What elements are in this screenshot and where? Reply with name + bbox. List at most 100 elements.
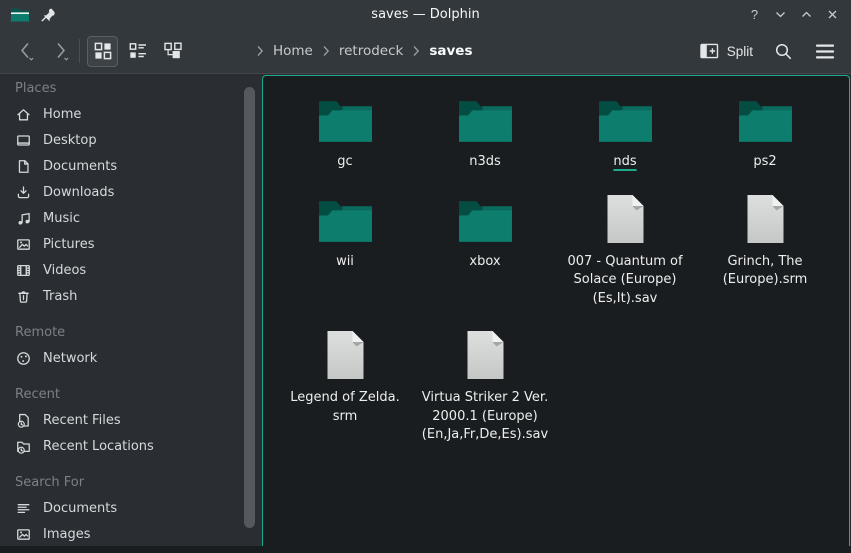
download-icon (15, 184, 32, 201)
toolbar-separator (79, 39, 80, 63)
item-icon-box (325, 330, 366, 380)
network-icon (15, 350, 32, 367)
folder-clock-icon (15, 438, 32, 455)
close-button[interactable] (822, 4, 843, 25)
item-icon-box (457, 194, 514, 244)
folder-app-icon (10, 7, 30, 23)
window-title: saves — Dolphin (0, 7, 851, 22)
file-icon (605, 194, 646, 244)
window-controls: ? (744, 4, 843, 25)
film-icon (15, 262, 32, 279)
breadcrumb-item-saves[interactable]: saves (429, 43, 472, 59)
sidebar-item-videos[interactable]: Videos (0, 257, 240, 283)
item-label: n3ds (469, 153, 501, 172)
search-button[interactable] (767, 35, 799, 67)
item-label: nds (613, 153, 636, 172)
item-icon-box (745, 194, 786, 244)
folder-item[interactable]: n3ds (415, 84, 555, 184)
file-clock-icon (15, 412, 32, 429)
folder-icon (737, 97, 794, 144)
folder-item[interactable]: gc (275, 84, 415, 184)
item-icon-box (465, 330, 506, 380)
folder-item[interactable]: ps2 (695, 84, 835, 184)
split-button-label: Split (727, 44, 753, 59)
icons-view-button[interactable] (87, 36, 118, 67)
forward-button[interactable] (43, 35, 76, 68)
item-icon-box (317, 194, 374, 244)
places-panel: Places Home Desktop Documents DownloadsMusic… (0, 74, 240, 553)
sidebar-item-label: Videos (43, 263, 86, 278)
sidebar-item-label: Documents (43, 159, 117, 174)
help-button[interactable]: ? (744, 4, 765, 25)
sidebar-item-desktop[interactable]: Desktop (0, 127, 240, 153)
desktop-icon (15, 132, 32, 149)
file-item[interactable]: Virtua Striker 2 Ver. 2000.1 (Europe) (E… (415, 320, 555, 457)
toolbar: Home retrodeck saves Split (0, 29, 851, 74)
search-icon (774, 42, 793, 61)
breadcrumb-item-home[interactable]: Home (273, 43, 313, 59)
titlebar[interactable]: saves — Dolphin ? (0, 0, 851, 29)
item-label: xbox (469, 253, 500, 272)
item-icon-box (737, 94, 794, 144)
maximize-button[interactable] (796, 4, 817, 25)
sidebar-item-images[interactable]: Images (0, 521, 240, 547)
file-grid: gc n3ds nds ps2 wii xbox 007 - Quantum o… (263, 76, 849, 457)
menu-button[interactable] (809, 35, 841, 67)
toolbar-right-group: Split (696, 35, 841, 67)
folder-item[interactable]: xbox (415, 184, 555, 321)
sidebar-item-label: Documents (43, 501, 117, 516)
chevron-right-icon (322, 45, 330, 57)
item-icon-box (317, 94, 374, 144)
sidebar-item-home[interactable]: Home (0, 101, 240, 127)
sidebar-item-label: Home (43, 107, 81, 122)
file-icon (325, 330, 366, 380)
item-icon-box (457, 94, 514, 144)
sidebar-item-network[interactable]: Network (0, 345, 240, 371)
details-view-button[interactable] (122, 36, 153, 67)
document-icon (15, 158, 32, 175)
item-label: Grinch, The (Europe).srm (723, 253, 808, 290)
sidebar-item-label: Desktop (43, 133, 97, 148)
chevron-right-icon (412, 45, 420, 57)
sidebar-item-label: Trash (43, 289, 77, 304)
sidebar-item-documents[interactable]: Documents (0, 495, 240, 521)
file-item[interactable]: 007 - Quantum of Solace (Europe) (Es,It)… (555, 184, 695, 321)
sidebar-item-label: Images (43, 527, 91, 542)
sidebar-item-music[interactable]: Music (0, 205, 240, 231)
sidebar-item-recent-locations[interactable]: Recent Locations (0, 433, 240, 459)
split-view-icon (700, 43, 719, 59)
folder-icon (457, 97, 514, 144)
file-item[interactable]: Grinch, The (Europe).srm (695, 184, 835, 321)
dolphin-window: saves — Dolphin ? (0, 0, 851, 553)
section-title: Remote (0, 318, 240, 345)
section-title: Recent (0, 380, 240, 407)
file-item[interactable]: Legend of Zelda. srm (275, 320, 415, 457)
sidebar-scrollbar[interactable] (244, 87, 255, 528)
minimize-button[interactable] (770, 4, 791, 25)
sidebar-item-label: Network (43, 351, 97, 366)
pin-icon[interactable] (40, 7, 56, 23)
folder-item[interactable]: nds (555, 84, 695, 184)
image-icon (15, 526, 32, 543)
section-title: Search For (0, 468, 240, 495)
sidebar-item-recent-files[interactable]: Recent Files (0, 407, 240, 433)
item-label: gc (337, 153, 352, 172)
back-button[interactable] (10, 35, 43, 68)
breadcrumb-item-retrodeck[interactable]: retrodeck (339, 43, 403, 59)
sidebar-item-pictures[interactable]: Pictures (0, 231, 240, 257)
sidebar-scroll-gutter (240, 74, 262, 553)
hamburger-icon (815, 43, 835, 60)
sidebar-item-trash[interactable]: Trash (0, 283, 240, 309)
item-label: 007 - Quantum of Solace (Europe) (Es,It)… (567, 253, 682, 309)
section-title: Places (0, 74, 240, 101)
sidebar-item-downloads[interactable]: Downloads (0, 179, 240, 205)
item-label: wii (336, 253, 354, 272)
file-icon (745, 194, 786, 244)
folder-item[interactable]: wii (275, 184, 415, 321)
split-button[interactable]: Split (696, 43, 757, 59)
tree-view-button[interactable] (157, 36, 188, 67)
sidebar-item-documents[interactable]: Documents (0, 153, 240, 179)
sidebar-item-label: Recent Locations (43, 439, 154, 454)
file-icon (465, 330, 506, 380)
chevron-right-icon (256, 45, 264, 57)
